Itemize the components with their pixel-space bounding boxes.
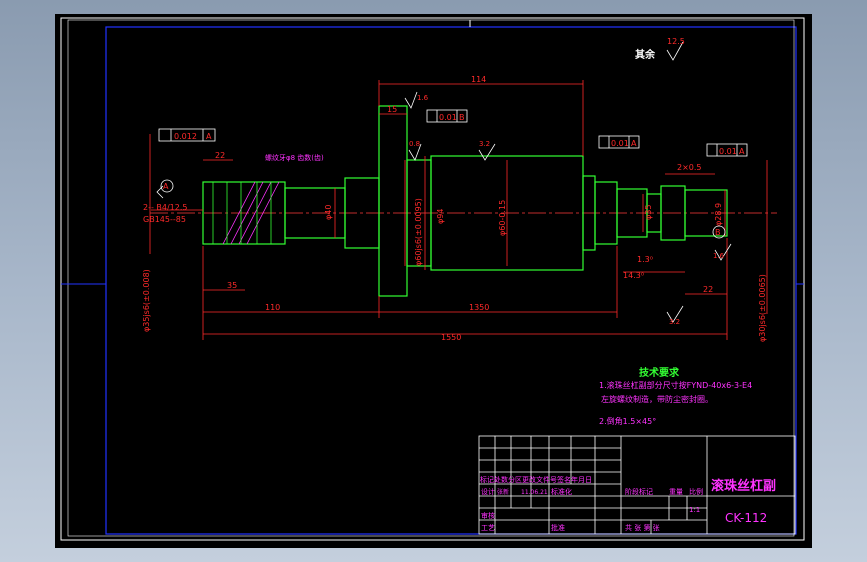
- dia-94: φ94: [436, 209, 445, 224]
- requirement-line-2: 左旋螺纹制造，带防尘密封圈。: [601, 394, 713, 404]
- dia-30js6: φ30js6(±0.0065): [758, 274, 767, 342]
- inner-frame: [105, 26, 797, 535]
- dia-60js6: φ60js6(±0.0095): [414, 198, 423, 266]
- dia-28: φ28.9: [714, 203, 723, 226]
- dia-35b: φ35: [644, 205, 653, 220]
- dim-22: 22: [215, 151, 225, 160]
- dim-14-3: 14.3⁰: [623, 271, 644, 280]
- datum-b: B: [715, 228, 721, 237]
- surface-roughness-general: 12.5: [667, 37, 685, 46]
- standardize-label: 标准化: [551, 487, 572, 496]
- approve-label: 批准: [551, 523, 565, 532]
- part-name: 滚珠丝杠副: [711, 478, 776, 494]
- surface-note: 其余: [635, 48, 656, 61]
- dim-114: 114: [471, 75, 486, 84]
- dim-1350: 1350: [469, 303, 489, 312]
- scale-label: 比例: [689, 487, 703, 496]
- dia-60: φ60-0.15: [498, 200, 507, 236]
- dia-35js6: φ35js6(±0.008): [142, 269, 151, 332]
- roughness-0-8: 0.8: [409, 140, 420, 148]
- tol-mid-value: 0.01: [611, 139, 629, 148]
- roughness-3-2: 3.2: [479, 140, 490, 148]
- dim-1-3: 1.3⁰: [637, 255, 653, 264]
- tol-left-ref: A: [206, 132, 212, 141]
- tol-mid-ref: A: [631, 139, 637, 148]
- thread-std: GB145--85: [143, 215, 186, 224]
- callout-text: 螺纹牙φ8 齿数(齿): [265, 153, 324, 162]
- requirement-line-3: 2.倒角1.5×45°: [599, 416, 656, 426]
- roughness-1-6b: 1.6: [713, 252, 725, 260]
- dim-22b: 22: [703, 285, 713, 294]
- requirement-line-1: 1.滚珠丝杠副部分尺寸按FYND-40x6-3-E4: [599, 380, 752, 390]
- tol-left-value: 0.012: [174, 132, 197, 141]
- cad-drawing: 0.012 A 0.01 B 0.01 A 0.01 A 其余 12.5 114…: [60, 17, 805, 541]
- datum-a: A: [163, 182, 169, 191]
- dia-40: φ40: [324, 205, 333, 220]
- stage-label: 阶段标记: [625, 487, 653, 496]
- tol-right-ref: A: [739, 147, 745, 156]
- drawing-sheet: 0.012 A 0.01 B 0.01 A 0.01 A 其余 12.5 114…: [55, 14, 812, 548]
- dim-15: 15: [387, 105, 397, 114]
- outer-frame: [60, 17, 805, 541]
- weight-label: 重量: [669, 488, 683, 496]
- drawing-number: CK-112: [725, 511, 767, 525]
- tol-right-value: 0.01: [719, 147, 737, 156]
- shaft-outline: [202, 105, 728, 297]
- dim-2x05: 2×0.5: [677, 163, 702, 172]
- sheet-info: 共 张 第 张: [625, 523, 660, 532]
- thread-spec: 2-- B4/12.5: [143, 203, 188, 212]
- tol-top-value: 0.01: [439, 113, 457, 122]
- design-date: 11.06.21: [521, 489, 548, 496]
- border-line: [67, 19, 795, 537]
- design-label: 设计: [481, 487, 495, 496]
- process-label: 工艺: [481, 524, 495, 532]
- requirements-heading: 技术要求: [639, 366, 680, 379]
- change-row: 标记处数分区更改文件号签名年月日: [480, 475, 592, 484]
- review-label: 审核: [481, 511, 495, 520]
- designer-mark: 张新: [497, 488, 509, 496]
- tol-top-ref: B: [459, 113, 465, 122]
- dim-35: 35: [227, 281, 237, 290]
- roughness-1-6a: 1.6: [417, 94, 429, 102]
- scale-value: 1:1: [689, 506, 700, 514]
- roughness-3-2b: 3.2: [669, 318, 680, 326]
- dim-1550: 1550: [441, 333, 461, 342]
- dim-110: 110: [265, 303, 280, 312]
